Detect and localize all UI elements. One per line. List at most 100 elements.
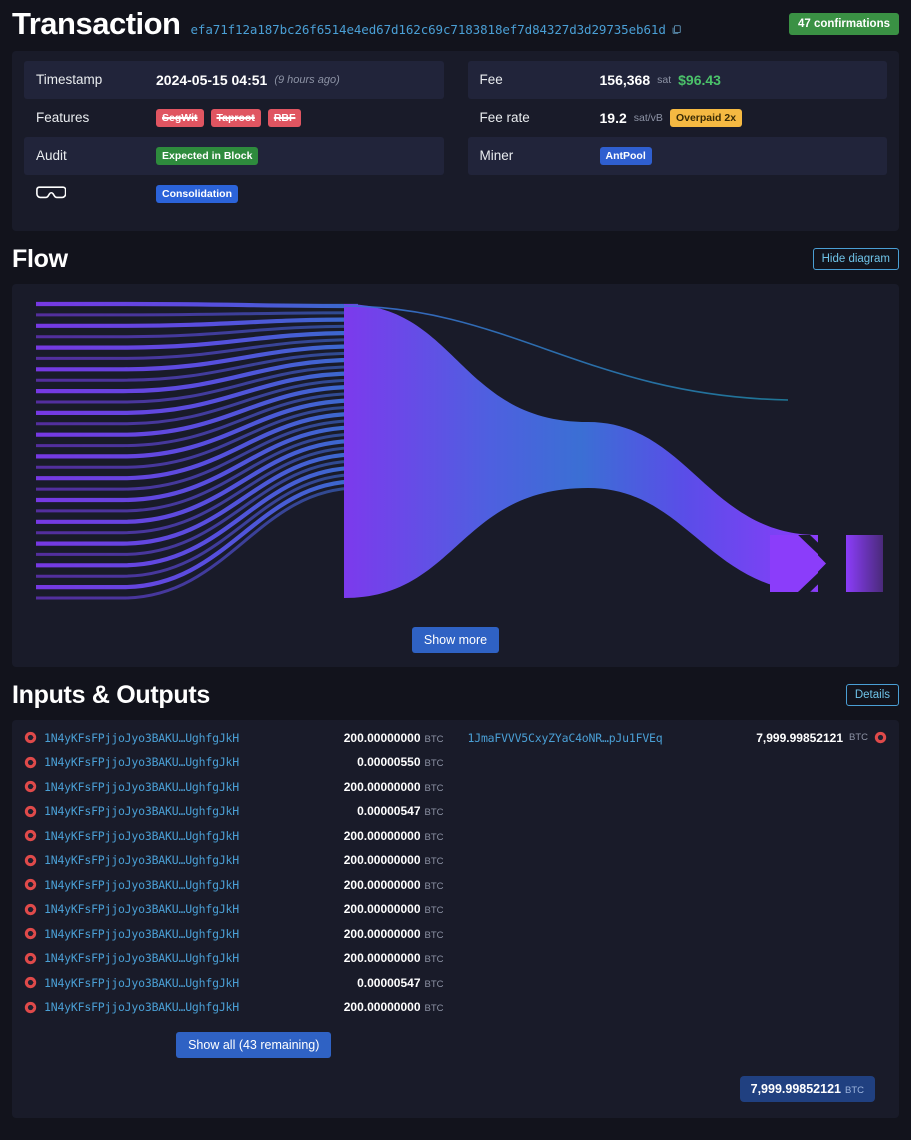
feature-badge-segwit[interactable]: SegWit (156, 108, 204, 127)
input-row[interactable]: 1N4yKFsFPjjoJyo3BAKU…UghfgJkH 200.0000000… (24, 726, 444, 751)
input-amount-value: 200.00000000 (343, 730, 421, 745)
detail-value-fee: 156,368 sat $96.43 (600, 72, 721, 88)
details-button[interactable]: Details (845, 684, 899, 707)
output-total-badge: 7,999.99852121 BTC (739, 1075, 875, 1102)
input-amount: 0.00000547 BTC (357, 804, 443, 818)
details-right-column: Fee 156,368 sat $96.43 Fee rate 19.2 sat… (467, 60, 887, 213)
sankey-diagram[interactable] (28, 291, 883, 610)
input-address[interactable]: 1N4yKFsFPjjoJyo3BAKU…UghfgJkH (44, 1000, 239, 1014)
timestamp-value: 2024-05-15 04:51 (156, 71, 268, 88)
input-amount-value: 200.00000000 (343, 877, 421, 892)
fee-rate-unit: sat/vB (633, 111, 663, 124)
feature-badge-taproot[interactable]: Taproot (210, 108, 261, 127)
input-row[interactable]: 1N4yKFsFPjjoJyo3BAKU…UghfgJkH 200.0000000… (24, 824, 444, 849)
input-arrow-icon (24, 952, 37, 965)
transaction-header: Transaction efa71f12a187bc26f6514e4ed67d… (0, 0, 911, 51)
transaction-hash[interactable]: efa71f12a187bc26f6514e4ed67d162c69c71838… (191, 22, 682, 38)
input-arrow-icon (24, 878, 37, 891)
detail-label-timestamp: Timestamp (36, 72, 103, 88)
input-arrow-icon (24, 903, 37, 916)
detail-row-timestamp: Timestamp 2024-05-15 04:51 (9 hours ago) (24, 60, 444, 99)
input-amount: 200.00000000 BTC (344, 878, 444, 892)
output-total-wrap: 7,999.99852121 BTC (12, 1058, 899, 1102)
input-amount-value: 200.00000000 (343, 779, 421, 794)
output-amount-value: 7,999.99852121 (756, 730, 843, 745)
io-grid: 1N4yKFsFPjjoJyo3BAKU…UghfgJkH 200.0000000… (12, 726, 899, 1058)
input-amount: 200.00000000 BTC (344, 902, 444, 916)
input-row[interactable]: 1N4yKFsFPjjoJyo3BAKU…UghfgJkH 0.00000547 B… (24, 799, 444, 824)
transaction-hash-text: efa71f12a187bc26f6514e4ed67d162c69c71838… (190, 22, 666, 37)
input-address[interactable]: 1N4yKFsFPjjoJyo3BAKU…UghfgJkH (44, 755, 239, 769)
input-arrow-icon (24, 976, 37, 989)
input-address[interactable]: 1N4yKFsFPjjoJyo3BAKU…UghfgJkH (44, 902, 239, 916)
inputs-column: 1N4yKFsFPjjoJyo3BAKU…UghfgJkH 200.0000000… (12, 726, 456, 1058)
copy-icon[interactable] (671, 23, 682, 38)
timestamp-relative: (9 hours ago) (274, 73, 340, 86)
input-strand[interactable] (36, 301, 359, 308)
detail-row-miner: Miner AntPool (467, 136, 887, 175)
outputs-list: 1JmaFVVV5CxyZYaC4oNR…pJu1FVEq 7,999.99852… (468, 726, 888, 751)
input-address[interactable]: 1N4yKFsFPjjoJyo3BAKU…UghfgJkH (44, 804, 239, 818)
input-address[interactable]: 1N4yKFsFPjjoJyo3BAKU…UghfgJkH (44, 951, 239, 965)
input-arrow-icon (24, 756, 37, 769)
input-arrow-icon (24, 854, 37, 867)
consolidation-badge[interactable]: Consolidation (156, 184, 238, 203)
output-total-amount: 7,999.99852121 (750, 1081, 841, 1096)
output-address[interactable]: 1JmaFVVV5CxyZYaC4oNR…pJu1FVEq (468, 731, 663, 745)
input-address[interactable]: 1N4yKFsFPjjoJyo3BAKU…UghfgJkH (44, 927, 239, 941)
transaction-page: Transaction efa71f12a187bc26f6514e4ed67d… (0, 0, 911, 1140)
input-arrow-icon (24, 1001, 37, 1014)
detail-row-features: Features SegWit Taproot RBF (24, 99, 444, 137)
flow-title: Flow (12, 244, 68, 273)
input-amount-unit: BTC (424, 758, 444, 770)
input-amount: 200.00000000 BTC (344, 853, 444, 867)
input-arrow-icon (24, 829, 37, 842)
input-amount: 200.00000000 BTC (344, 951, 444, 965)
input-amount-unit: BTC (424, 831, 444, 843)
goggles-icon (36, 185, 67, 204)
input-row[interactable]: 1N4yKFsFPjjoJyo3BAKU…UghfgJkH 200.0000000… (24, 775, 444, 800)
input-amount: 200.00000000 BTC (344, 927, 444, 941)
detail-row-consolidation: Consolidation (24, 175, 444, 213)
flow-section-header: Flow Hide diagram (0, 231, 911, 284)
miner-badge[interactable]: AntPool (599, 146, 652, 165)
input-amount-unit: BTC (424, 807, 444, 819)
output-row[interactable]: 1JmaFVVV5CxyZYaC4oNR…pJu1FVEq 7,999.99852… (468, 726, 888, 751)
input-row[interactable]: 1N4yKFsFPjjoJyo3BAKU…UghfgJkH 0.00000550 B… (24, 750, 444, 775)
show-all-inputs-button[interactable]: Show all (43 remaining) (176, 1031, 332, 1058)
input-row[interactable]: 1N4yKFsFPjjoJyo3BAKU…UghfgJkH 200.0000000… (24, 848, 444, 873)
input-address[interactable]: 1N4yKFsFPjjoJyo3BAKU…UghfgJkH (44, 829, 239, 843)
input-amount-unit: BTC (424, 929, 444, 941)
detail-value-audit: Expected in Block (156, 146, 259, 165)
input-amount: 0.00000550 BTC (357, 755, 443, 769)
input-address[interactable]: 1N4yKFsFPjjoJyo3BAKU…UghfgJkH (44, 853, 239, 867)
feature-badge-rbf[interactable]: RBF (267, 108, 302, 127)
input-address[interactable]: 1N4yKFsFPjjoJyo3BAKU…UghfgJkH (44, 731, 239, 745)
output-tail (846, 534, 883, 592)
input-address[interactable]: 1N4yKFsFPjjoJyo3BAKU…UghfgJkH (44, 780, 239, 794)
input-address[interactable]: 1N4yKFsFPjjoJyo3BAKU…UghfgJkH (44, 878, 239, 892)
hide-diagram-button[interactable]: Hide diagram (812, 248, 899, 271)
input-amount-value: 200.00000000 (343, 853, 421, 868)
flow-diagram[interactable] (12, 284, 899, 615)
detail-value-timestamp: 2024-05-15 04:51 (9 hours ago) (156, 72, 340, 88)
input-row[interactable]: 1N4yKFsFPjjoJyo3BAKU…UghfgJkH 200.0000000… (24, 946, 444, 971)
input-amount-unit: BTC (424, 978, 444, 990)
input-amount-unit: BTC (424, 880, 444, 892)
input-row[interactable]: 1N4yKFsFPjjoJyo3BAKU…UghfgJkH 200.0000000… (24, 897, 444, 922)
input-row[interactable]: 1N4yKFsFPjjoJyo3BAKU…UghfgJkH 200.0000000… (24, 995, 444, 1020)
output-amount: 7,999.99852121 BTC (756, 731, 887, 745)
input-row[interactable]: 1N4yKFsFPjjoJyo3BAKU…UghfgJkH 0.00000547 B… (24, 971, 444, 996)
input-amount: 200.00000000 BTC (344, 780, 444, 794)
confirmations-badge: 47 confirmations (788, 13, 899, 35)
input-row[interactable]: 1N4yKFsFPjjoJyo3BAKU…UghfgJkH 200.0000000… (24, 873, 444, 898)
detail-value-features: SegWit Taproot RBF (156, 108, 302, 127)
detail-row-audit: Audit Expected in Block (24, 136, 444, 175)
overpaid-badge: Overpaid 2x (669, 108, 743, 127)
show-more-button[interactable]: Show more (411, 626, 500, 653)
input-row[interactable]: 1N4yKFsFPjjoJyo3BAKU…UghfgJkH 200.0000000… (24, 922, 444, 947)
audit-badge: Expected in Block (156, 146, 259, 165)
input-address[interactable]: 1N4yKFsFPjjoJyo3BAKU…UghfgJkH (44, 976, 239, 990)
io-title: Inputs & Outputs (12, 680, 210, 709)
detail-label-consolidation (36, 184, 156, 204)
